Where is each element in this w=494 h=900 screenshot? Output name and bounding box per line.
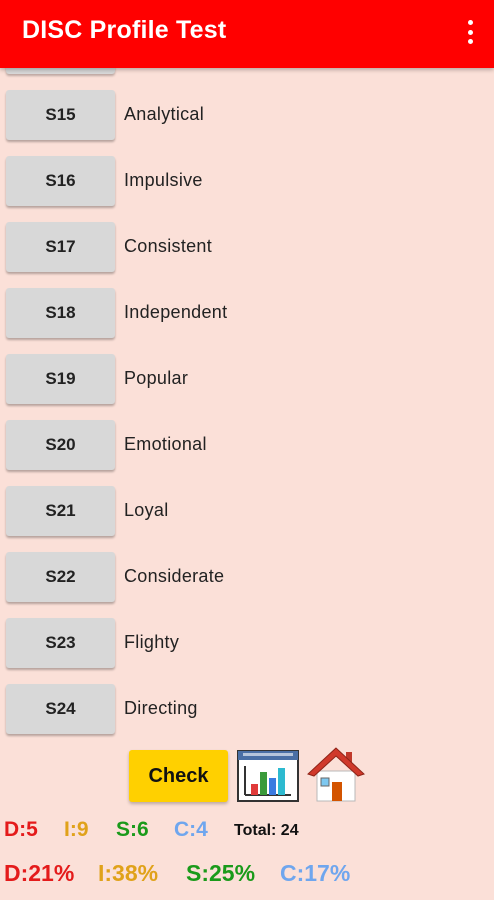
statement-button-s24[interactable]: S24 — [6, 684, 115, 734]
statement-row: S16 Impulsive — [0, 156, 494, 206]
statement-row: S15 Analytical — [0, 90, 494, 140]
statement-button-s19[interactable]: S19 — [6, 354, 115, 404]
statement-label: Independent — [124, 302, 228, 322]
statement-row: S24 Directing — [0, 684, 494, 734]
statement-label: Emotional — [124, 434, 207, 454]
statement-button-s18[interactable]: S18 — [6, 288, 115, 338]
statement-button-s23[interactable]: S23 — [6, 618, 115, 668]
statement-row: S19 Popular — [0, 354, 494, 404]
statement-label: Popular — [124, 368, 189, 388]
statement-label: Considerate — [124, 566, 225, 586]
score-i: I:9 — [64, 818, 89, 841]
statement-label: Flighty — [124, 632, 180, 652]
app-bar: DISC Profile Test — [0, 0, 494, 68]
statement-label: Consistent — [124, 236, 213, 256]
percent-c: C:17% — [280, 860, 351, 886]
bar-chart-icon[interactable] — [237, 750, 299, 802]
more-vert-icon[interactable] — [464, 18, 476, 46]
statement-row: S20 Emotional — [0, 420, 494, 470]
score-s: S:6 — [116, 818, 149, 841]
statement-button-s17[interactable]: S17 — [6, 222, 115, 272]
statement-row: S21 Loyal — [0, 486, 494, 536]
score-d: D:5 — [4, 818, 38, 841]
statement-row: S22 Considerate — [0, 552, 494, 602]
statement-label: Loyal — [124, 500, 169, 520]
statement-button-s15[interactable]: S15 — [6, 90, 115, 140]
statement-button-s20[interactable]: S20 — [6, 420, 115, 470]
percent-s: S:25% — [186, 860, 256, 886]
app-title: DISC Profile Test — [22, 16, 227, 44]
score-total: Total: 24 — [234, 822, 299, 839]
statement-label: Analytical — [124, 104, 205, 124]
home-icon[interactable] — [306, 744, 366, 804]
statement-button-s16[interactable]: S16 — [6, 156, 115, 206]
score-c: C:4 — [174, 818, 208, 841]
statement-row: S18 Independent — [0, 288, 494, 338]
statement-button-s22[interactable]: S22 — [6, 552, 115, 602]
statement-label: Directing — [124, 698, 198, 718]
check-button[interactable]: Check — [129, 750, 228, 802]
statement-row: S23 Flighty — [0, 618, 494, 668]
percent-i: I:38% — [98, 860, 159, 886]
statement-button-s21[interactable]: S21 — [6, 486, 115, 536]
statement-label: Impulsive — [124, 170, 203, 190]
statement-row: S17 Consistent — [0, 222, 494, 272]
percent-d: D:21% — [4, 860, 75, 886]
